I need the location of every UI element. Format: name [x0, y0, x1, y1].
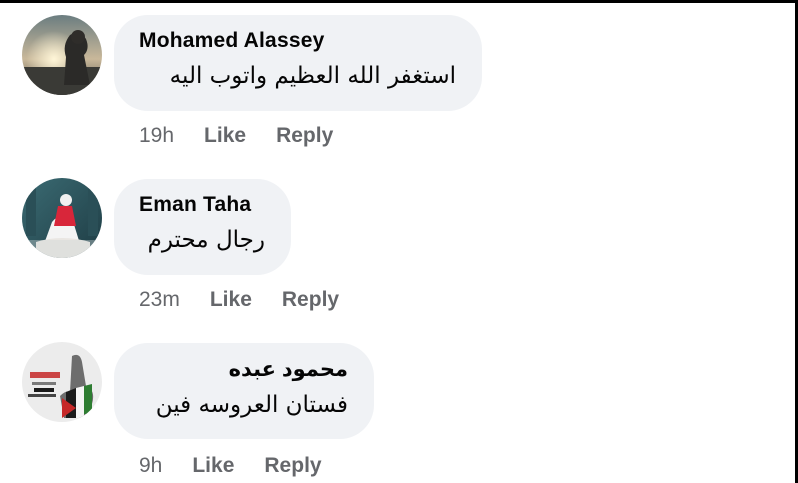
comment-author[interactable]: محمود عبده	[139, 357, 348, 382]
comment-timestamp[interactable]: 9h	[139, 454, 162, 478]
comment-bubble: محمود عبده فستان العروسه فين	[114, 343, 374, 439]
like-button[interactable]: Like	[192, 454, 234, 478]
avatar-palestine-flag-image	[22, 342, 102, 422]
comment-actions: 9h Like Reply	[139, 454, 352, 478]
reply-button[interactable]: Reply	[264, 454, 321, 478]
comment-text: فستان العروسه فين	[155, 392, 348, 418]
avatar[interactable]	[22, 342, 102, 422]
comment-item: محمود عبده فستان العروسه فين 9h Like Reply	[0, 0, 795, 483]
